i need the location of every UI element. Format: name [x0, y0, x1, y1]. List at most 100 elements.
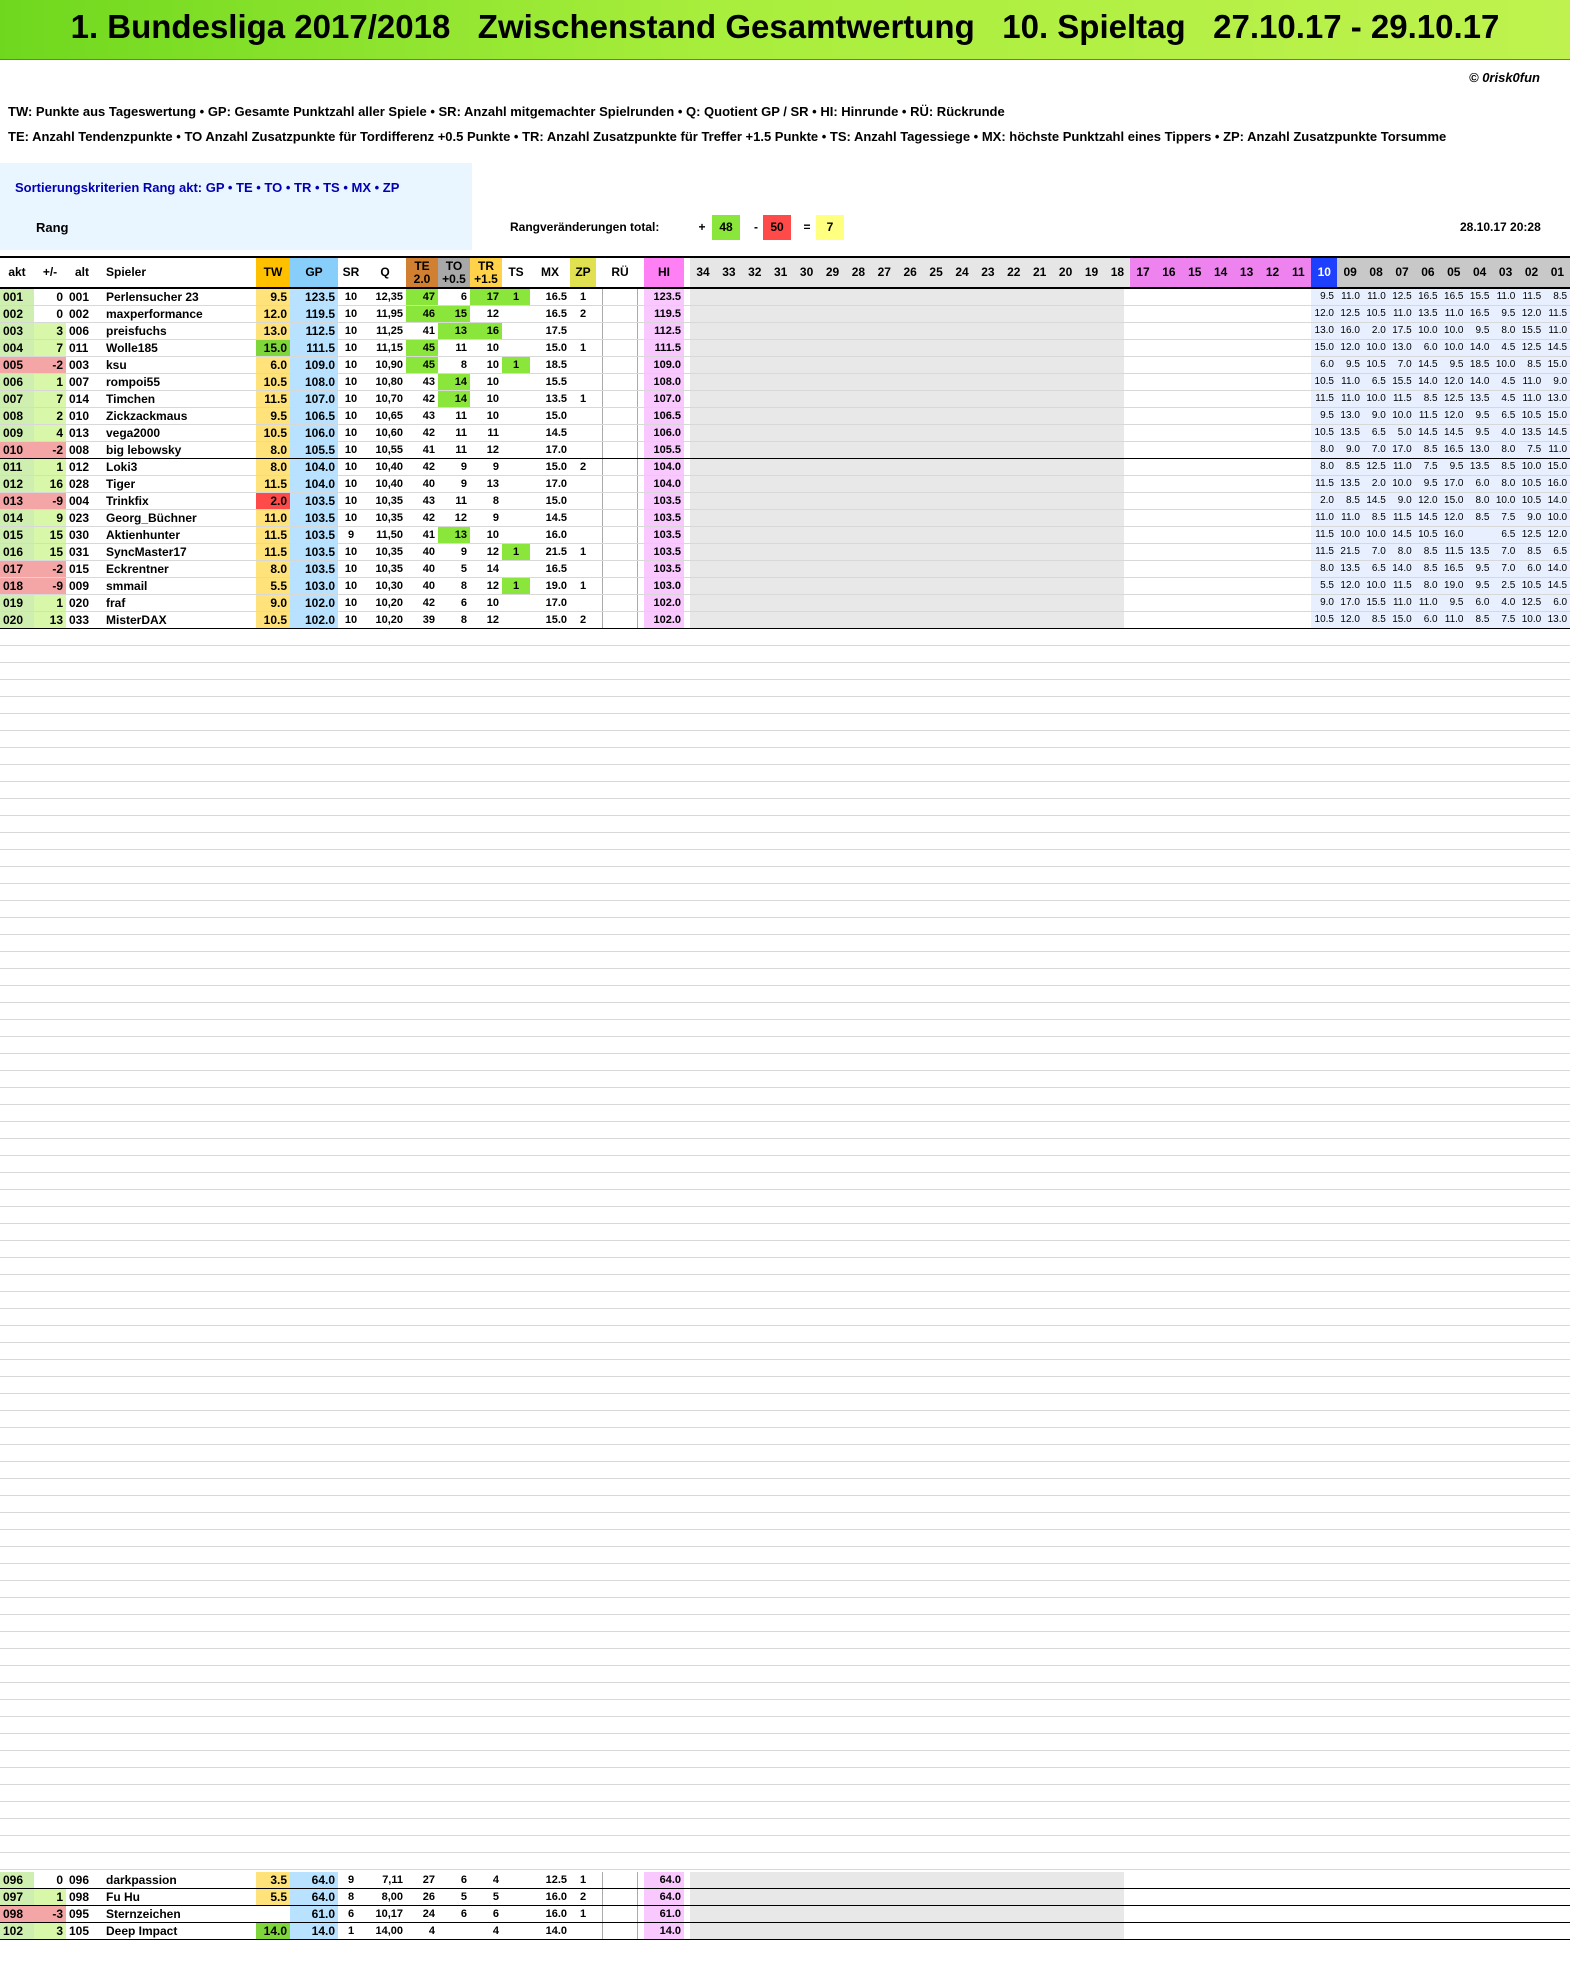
header-akt[interactable]: akt: [0, 258, 34, 287]
cell-ru: [602, 374, 638, 390]
cell-q: 10,30: [375, 580, 403, 592]
changes-plus: 48: [712, 215, 740, 240]
round-header-22[interactable]: 22: [1000, 258, 1027, 287]
round-value: 9.5: [1466, 323, 1493, 339]
cell-name: darkpassion: [106, 1873, 177, 1887]
header-spieler[interactable]: Spieler: [98, 258, 256, 287]
round-value: 9.5: [1440, 459, 1467, 475]
round-header-09[interactable]: 09: [1337, 258, 1364, 287]
round-header-33[interactable]: 33: [715, 258, 742, 287]
round-header-08[interactable]: 08: [1363, 258, 1390, 287]
cell-q: 10,55: [375, 444, 403, 456]
header-tw[interactable]: TW: [256, 258, 290, 287]
cell-ts: [502, 340, 530, 356]
header-plusminus[interactable]: +/-: [34, 258, 66, 287]
cell-to: 9: [460, 478, 467, 490]
cell-q: 10,40: [375, 461, 403, 473]
header-tr[interactable]: TR +1.5: [470, 258, 502, 287]
cell-ru: [602, 1889, 638, 1905]
round-value: 5.5: [1311, 578, 1337, 594]
cell-zp: 1: [579, 342, 587, 354]
round-header-32[interactable]: 32: [741, 258, 768, 287]
round-header-25[interactable]: 25: [923, 258, 950, 287]
round-header-16[interactable]: 16: [1155, 258, 1182, 287]
cell-akt: 017: [0, 561, 34, 577]
cell-gp: 108.0: [290, 374, 338, 390]
round-value: 10.0: [1388, 476, 1415, 492]
round-header-19[interactable]: 19: [1078, 258, 1105, 287]
header-sr[interactable]: SR: [338, 258, 364, 287]
round-header-18[interactable]: 18: [1104, 258, 1131, 287]
round-value: 11.0: [1362, 289, 1389, 305]
table-row: 015 15 030 Aktienhunter 11.5 103.5 9 11,50 41 13 1…: [0, 527, 1570, 544]
cell-pm: 7: [34, 391, 66, 407]
cell-te: 40: [422, 563, 435, 575]
round-header-27[interactable]: 27: [871, 258, 898, 287]
cell-akt: 015: [0, 527, 34, 543]
round-header-26[interactable]: 26: [897, 258, 924, 287]
cell-to: 11: [455, 495, 467, 507]
round-value: 8.5: [1492, 459, 1519, 475]
round-header-03[interactable]: 03: [1492, 258, 1519, 287]
header-alt[interactable]: alt: [66, 258, 98, 287]
header-gp[interactable]: GP: [290, 258, 338, 287]
cell-q: 10,35: [375, 546, 403, 558]
round-header-07[interactable]: 07: [1389, 258, 1415, 287]
round-header-12[interactable]: 12: [1259, 258, 1286, 287]
round-header-05[interactable]: 05: [1440, 258, 1467, 287]
round-header-29[interactable]: 29: [819, 258, 846, 287]
round-header-31[interactable]: 31: [767, 258, 794, 287]
cell-sr: 10: [344, 376, 358, 388]
cell-sr: 10: [344, 461, 358, 473]
round-header-10[interactable]: 10: [1311, 258, 1338, 287]
header-mx[interactable]: MX: [530, 258, 570, 287]
round-value: 11.5: [1311, 527, 1337, 543]
round-header-01[interactable]: 01: [1544, 258, 1570, 287]
header-ts[interactable]: TS: [502, 258, 530, 287]
round-header-13[interactable]: 13: [1233, 258, 1260, 287]
round-header-14[interactable]: 14: [1207, 258, 1234, 287]
cell-q: 10,90: [375, 359, 403, 371]
round-value: 10.0: [1518, 612, 1545, 628]
round-header-15[interactable]: 15: [1181, 258, 1208, 287]
header-te[interactable]: TE 2.0: [406, 258, 438, 287]
header-hi[interactable]: HI: [644, 258, 684, 287]
round-header-30[interactable]: 30: [793, 258, 820, 287]
round-value: 9.0: [1362, 408, 1389, 424]
cell-ts: [502, 612, 530, 628]
cell-gp: 64.0: [290, 1889, 338, 1905]
cell-ru: [602, 289, 638, 305]
round-header-11[interactable]: 11: [1285, 258, 1312, 287]
header-to[interactable]: TO +0.5: [438, 258, 470, 287]
round-header-24[interactable]: 24: [949, 258, 975, 287]
round-value: 9.5: [1440, 595, 1467, 611]
sort-criteria-label: Sortierungskriterien Rang akt: GP • TE •…: [15, 180, 400, 195]
cell-to: 11: [455, 342, 467, 354]
round-value: 12.5: [1518, 527, 1545, 543]
cell-pm: 0: [56, 290, 63, 304]
cell-te: 40: [422, 580, 435, 592]
round-header-28[interactable]: 28: [845, 258, 872, 287]
round-value: 8.5: [1466, 612, 1493, 628]
round-header-23[interactable]: 23: [974, 258, 1001, 287]
round-value: 11.0: [1388, 306, 1415, 322]
cell-alt: 014: [69, 392, 90, 406]
round-header-06[interactable]: 06: [1414, 258, 1441, 287]
header-q[interactable]: Q: [364, 258, 406, 287]
cell-zp: 1: [579, 1908, 587, 1920]
cell-tw: 8.0: [256, 561, 290, 577]
round-header-17[interactable]: 17: [1130, 258, 1156, 287]
round-header-34[interactable]: 34: [690, 258, 716, 287]
cell-ts: [502, 595, 530, 611]
round-header-02[interactable]: 02: [1518, 258, 1545, 287]
header-ru[interactable]: RÜ: [602, 258, 638, 287]
cell-gp: 106.0: [290, 425, 338, 441]
cell-akt: 012: [0, 476, 34, 492]
header-zp[interactable]: ZP: [570, 258, 596, 287]
round-header-20[interactable]: 20: [1052, 258, 1079, 287]
round-value: 8.5: [1362, 612, 1389, 628]
round-header-04[interactable]: 04: [1466, 258, 1493, 287]
round-value: 15.0: [1544, 357, 1570, 373]
round-value: 11.0: [1414, 595, 1441, 611]
round-header-21[interactable]: 21: [1026, 258, 1053, 287]
